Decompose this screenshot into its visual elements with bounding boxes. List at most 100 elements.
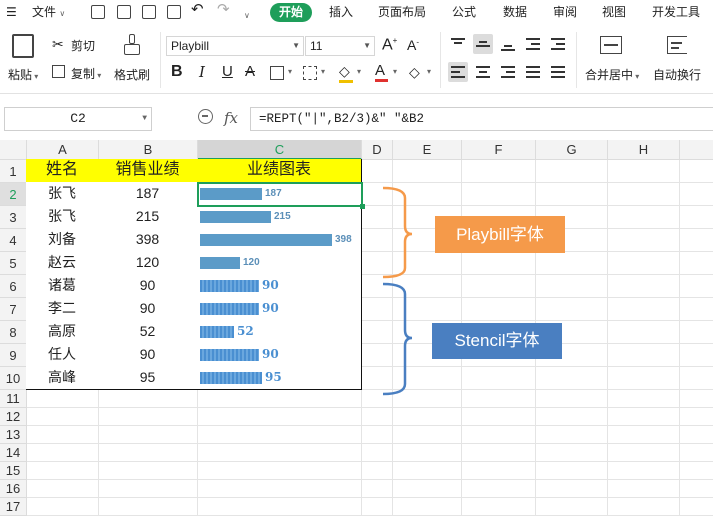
zoom-icon[interactable] bbox=[198, 109, 213, 124]
row-header-15[interactable]: 15 bbox=[0, 462, 27, 480]
function-icon[interactable]: fx bbox=[224, 109, 238, 127]
merge-center-button[interactable]: 合并居中 ▾ bbox=[585, 66, 639, 83]
tab-data[interactable]: 数据 bbox=[503, 4, 527, 20]
tab-review[interactable]: 审阅 bbox=[553, 4, 577, 20]
name-cell[interactable]: 刘备 bbox=[26, 228, 99, 252]
export-pdf-icon[interactable] bbox=[117, 5, 131, 19]
align-right-icon[interactable] bbox=[498, 62, 518, 82]
italic-icon[interactable]: I bbox=[199, 64, 205, 80]
column-header-f[interactable]: F bbox=[462, 140, 536, 160]
header-cell[interactable]: 业绩图表 bbox=[197, 159, 362, 183]
name-cell[interactable]: 赵云 bbox=[26, 251, 99, 275]
sales-cell[interactable]: 52 bbox=[98, 320, 198, 344]
row-header-2[interactable]: 2 bbox=[0, 183, 27, 206]
menu-icon[interactable]: ☰ bbox=[6, 4, 17, 20]
name-cell[interactable]: 张飞 bbox=[26, 205, 99, 229]
row-header-12[interactable]: 12 bbox=[0, 408, 27, 426]
sales-cell[interactable]: 90 bbox=[98, 343, 198, 367]
format-painter-button[interactable]: 格式刷 bbox=[114, 66, 150, 83]
paste-button[interactable]: 粘贴 ▾ bbox=[8, 66, 38, 83]
fill-handle[interactable] bbox=[360, 204, 365, 209]
row-header-8[interactable]: 8 bbox=[0, 321, 27, 344]
row-header-9[interactable]: 9 bbox=[0, 344, 27, 367]
fill-color-icon[interactable]: ◇ bbox=[339, 63, 353, 83]
copy-button[interactable]: 复制 ▾ bbox=[71, 65, 101, 82]
merge-center-icon[interactable] bbox=[600, 36, 622, 54]
chart-cell[interactable]: 90 bbox=[197, 343, 362, 367]
copy-icon[interactable] bbox=[52, 65, 65, 78]
paste-icon[interactable] bbox=[12, 34, 34, 58]
name-cell[interactable]: 诸葛 bbox=[26, 274, 99, 298]
row-header-10[interactable]: 10 bbox=[0, 367, 27, 390]
font-size-select[interactable]: 11 ▼ bbox=[305, 36, 375, 56]
file-menu[interactable]: 文件 ∨ bbox=[32, 4, 65, 22]
sales-cell[interactable]: 90 bbox=[98, 297, 198, 321]
tab-insert[interactable]: 插入 bbox=[329, 4, 353, 20]
spreadsheet-grid[interactable]: A B C D E F G H 1 2 3 4 5 6 7 8 9 10 11 12 13 14 15 16 17 姓名 销售业绩业… bbox=[0, 140, 713, 527]
bold-icon[interactable]: B bbox=[171, 64, 183, 80]
scissors-icon[interactable]: ✂ bbox=[52, 36, 64, 53]
border-icon[interactable] bbox=[270, 66, 284, 80]
name-cell[interactable]: 张飞 bbox=[26, 182, 99, 206]
clear-format-icon[interactable]: ◇ bbox=[409, 64, 420, 81]
cell-style-icon[interactable] bbox=[303, 66, 317, 80]
row-header-14[interactable]: 14 bbox=[0, 444, 27, 462]
wrap-text-icon[interactable] bbox=[667, 36, 687, 54]
row-header-6[interactable]: 6 bbox=[0, 275, 27, 298]
format-painter-icon[interactable] bbox=[123, 34, 141, 56]
name-cell[interactable]: 高原 bbox=[26, 320, 99, 344]
print-preview-icon[interactable] bbox=[167, 5, 181, 19]
justify-icon[interactable] bbox=[523, 62, 543, 82]
row-header-7[interactable]: 7 bbox=[0, 298, 27, 321]
chart-cell[interactable]: 398 bbox=[197, 228, 362, 252]
column-header-a[interactable]: A bbox=[27, 140, 99, 160]
column-header-g[interactable]: G bbox=[536, 140, 608, 160]
select-all-corner[interactable] bbox=[0, 140, 27, 160]
row-header-5[interactable]: 5 bbox=[0, 252, 27, 275]
column-header-h[interactable]: H bbox=[608, 140, 680, 160]
distributed-align-icon[interactable] bbox=[548, 62, 568, 82]
sales-cell[interactable]: 120 bbox=[98, 251, 198, 275]
row-header-16[interactable]: 16 bbox=[0, 480, 27, 498]
row-header-17[interactable]: 17 bbox=[0, 498, 27, 516]
chevron-down-icon[interactable]: ▾ bbox=[427, 67, 431, 76]
increase-indent-icon[interactable] bbox=[548, 34, 568, 54]
column-header-overflow[interactable] bbox=[680, 140, 713, 160]
name-cell[interactable]: 李二 bbox=[26, 297, 99, 321]
chart-cell[interactable]: 120 bbox=[197, 251, 362, 275]
formula-input[interactable]: =REPT("|",B2/3)&" "&B2 bbox=[250, 107, 713, 131]
sales-cell[interactable]: 215 bbox=[98, 205, 198, 229]
row-header-11[interactable]: 11 bbox=[0, 390, 27, 408]
tab-formulas[interactable]: 公式 bbox=[452, 4, 476, 20]
increase-font-icon[interactable]: A+ bbox=[382, 36, 397, 54]
header-cell[interactable]: 销售业绩 bbox=[98, 159, 198, 183]
tab-developer[interactable]: 开发工具 bbox=[652, 4, 700, 20]
cut-button[interactable]: 剪切 bbox=[71, 37, 95, 54]
column-header-e[interactable]: E bbox=[393, 140, 462, 160]
sales-cell[interactable]: 398 bbox=[98, 228, 198, 252]
align-bottom-icon[interactable] bbox=[498, 34, 518, 54]
quick-access-dropdown-icon[interactable]: ∨ bbox=[244, 8, 250, 24]
sales-cell[interactable]: 187 bbox=[98, 182, 198, 206]
chevron-down-icon[interactable]: ▾ bbox=[288, 67, 292, 76]
print-icon[interactable] bbox=[142, 5, 156, 19]
sales-cell[interactable]: 95 bbox=[98, 366, 198, 390]
column-header-d[interactable]: D bbox=[362, 140, 393, 160]
chart-cell[interactable]: 90 bbox=[197, 274, 362, 298]
chart-cell[interactable]: 215 bbox=[197, 205, 362, 229]
row-header-3[interactable]: 3 bbox=[0, 206, 27, 229]
font-name-select[interactable]: Playbill ▼ bbox=[166, 36, 304, 56]
redo-icon[interactable]: ↷ bbox=[217, 2, 230, 18]
row-header-13[interactable]: 13 bbox=[0, 426, 27, 444]
chevron-down-icon[interactable]: ▾ bbox=[357, 67, 361, 76]
wrap-text-button[interactable]: 自动换行 bbox=[653, 66, 701, 83]
strikethrough-icon[interactable]: A bbox=[245, 64, 255, 80]
tab-page-layout[interactable]: 页面布局 bbox=[378, 4, 426, 20]
name-box[interactable]: C2 ▼ bbox=[4, 107, 152, 131]
align-center-icon[interactable] bbox=[473, 62, 493, 82]
decrease-font-icon[interactable]: A- bbox=[407, 37, 419, 53]
font-color-icon[interactable]: A bbox=[375, 62, 388, 82]
name-cell[interactable]: 任人 bbox=[26, 343, 99, 367]
chevron-down-icon[interactable]: ▾ bbox=[321, 67, 325, 76]
save-icon[interactable] bbox=[91, 5, 105, 19]
